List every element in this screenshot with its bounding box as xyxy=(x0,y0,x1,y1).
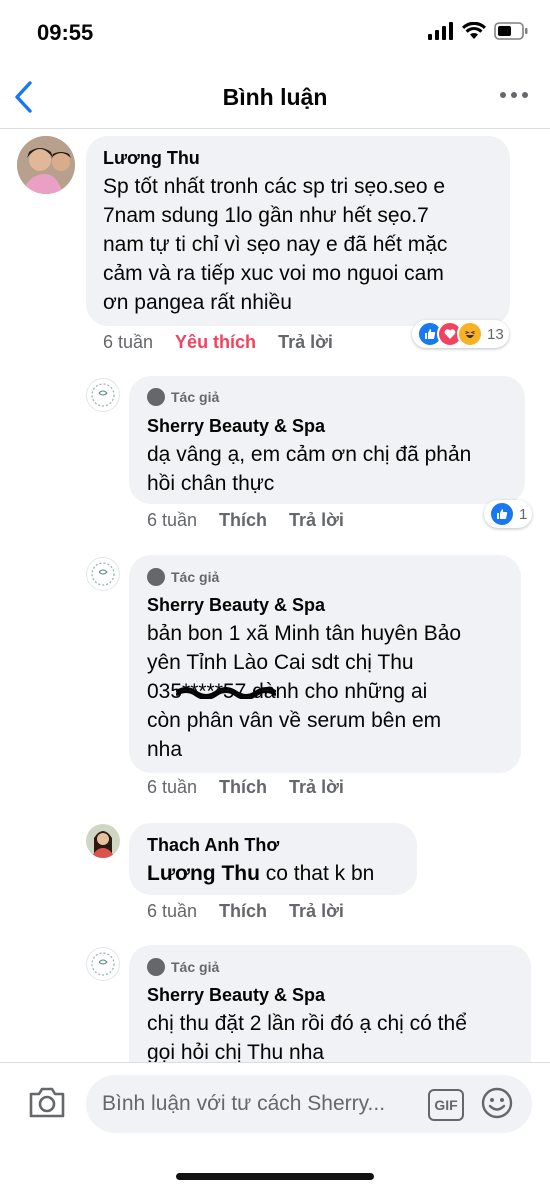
wifi-icon xyxy=(462,22,486,39)
comment-actions: 6 tuần Thích Trả lời xyxy=(147,901,366,922)
comment-text-line: dạ vâng ạ, em cảm ơn chị đã phản xyxy=(147,443,472,466)
comment-time: 6 tuần xyxy=(103,332,154,352)
comment-text-line: bản bon 1 xã Minh tân huyên Bảo xyxy=(147,622,462,645)
comment-text-line: ơn pangea rất nhiều xyxy=(103,291,292,314)
comment-text-line: 7nam sdung 1lo gần như hết sẹo.7 xyxy=(103,204,429,227)
gif-button[interactable]: GIF xyxy=(428,1089,464,1121)
reaction-count: 13 xyxy=(487,325,504,343)
mention-link[interactable]: Lương Thu xyxy=(147,862,260,885)
status-bar: 09:55 xyxy=(0,0,550,62)
like-button[interactable]: Thích xyxy=(219,777,267,797)
haha-reaction-icon xyxy=(457,321,483,347)
reaction-summary[interactable]: 1 xyxy=(484,500,533,528)
comment-text-body: co that k bn xyxy=(259,862,375,885)
author-badge: Tác giả xyxy=(147,958,219,976)
author-badge: Tác giả xyxy=(147,388,219,406)
comment-text-line: cảm và ra tiếp xuc voi mo nguoi cam xyxy=(103,262,444,285)
home-indicator[interactable] xyxy=(176,1173,374,1180)
page-avatar[interactable] xyxy=(86,557,120,591)
reply-button[interactable]: Trả lời xyxy=(289,777,344,797)
comment-text-line: Sp tốt nhất tronh các sp tri sẹo.seo e xyxy=(103,175,446,198)
camera-icon[interactable] xyxy=(28,1085,66,1119)
comment-text-line: hồi chân thực xyxy=(147,472,275,495)
reaction-summary[interactable]: 13 xyxy=(412,320,509,348)
comment-author[interactable]: Sherry Beauty & Spa xyxy=(147,416,325,437)
comment-author[interactable]: Sherry Beauty & Spa xyxy=(147,985,325,1006)
comment-composer: Bình luận với tư cách Sherry... GIF xyxy=(0,1062,550,1192)
page-title: Bình luận xyxy=(222,84,328,110)
author-badge-icon xyxy=(147,958,165,976)
author-badge: Tác giả xyxy=(147,568,219,586)
comment-input-placeholder: Bình luận với tư cách Sherry... xyxy=(102,1092,386,1115)
comment-text-line: chị thu đặt 2 lần rồi đó ạ chị có thể xyxy=(147,1012,467,1035)
comment-actions: 6 tuần Thích Trả lời xyxy=(147,510,366,531)
status-time: 09:55 xyxy=(37,20,94,45)
signal-icon xyxy=(428,22,453,40)
emoji-icon[interactable] xyxy=(480,1086,514,1120)
avatar[interactable] xyxy=(86,824,120,858)
comment-text-line: yên Tỉnh Lào Cai sdt chị Thu xyxy=(147,651,414,674)
like-button[interactable]: Thích xyxy=(219,510,267,530)
comment-input[interactable]: Bình luận với tư cách Sherry... GIF xyxy=(86,1075,532,1133)
comment-actions: 6 tuần Yêu thích Trả lời xyxy=(103,332,355,353)
like-reaction-icon xyxy=(489,501,515,527)
reply-button[interactable]: Trả lời xyxy=(278,332,333,352)
comment-author[interactable]: Thach Anh Thơ xyxy=(147,835,279,856)
comment-text-line: còn phân vân về serum bên em xyxy=(147,709,442,732)
comment-text: Lương Thu co that k bn xyxy=(147,859,374,888)
comment-author[interactable]: Sherry Beauty & Spa xyxy=(147,595,325,616)
more-options-icon[interactable] xyxy=(500,92,528,98)
comment-text-line: nha xyxy=(147,738,183,761)
page-avatar[interactable] xyxy=(86,378,120,412)
comment-time: 6 tuần xyxy=(147,777,198,797)
page-avatar[interactable] xyxy=(86,947,120,981)
comment-time: 6 tuần xyxy=(147,510,198,530)
author-badge-icon xyxy=(147,568,165,586)
nav-bar: Bình luận xyxy=(0,62,550,129)
avatar[interactable] xyxy=(17,136,75,194)
battery-icon xyxy=(494,22,528,40)
comment-author[interactable]: Lương Thu xyxy=(103,148,200,169)
reaction-count: 1 xyxy=(519,505,528,523)
comment-text-line: nam tự ti chỉ vì sẹo nay e đã hết mặc xyxy=(103,233,448,256)
comment-time: 6 tuần xyxy=(147,901,198,921)
comment-actions: 6 tuần Thích Trả lời xyxy=(147,777,366,798)
reply-button[interactable]: Trả lời xyxy=(289,901,344,921)
author-badge-icon xyxy=(147,388,165,406)
love-button[interactable]: Yêu thích xyxy=(175,332,256,352)
redaction-scribble xyxy=(176,687,276,699)
reply-button[interactable]: Trả lời xyxy=(289,510,344,530)
like-button[interactable]: Thích xyxy=(219,901,267,921)
